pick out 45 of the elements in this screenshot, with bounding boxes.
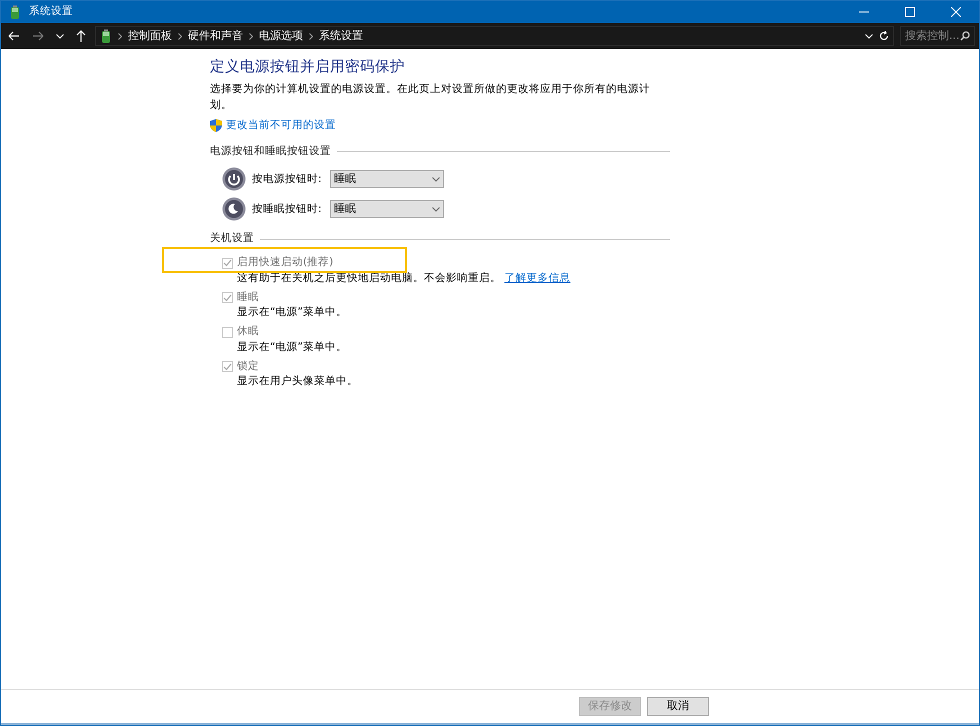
checkbox-label: 休眠 (237, 324, 259, 340)
footer-button[interactable]: 取消 (647, 697, 709, 716)
chevron-down-icon[interactable] (56, 34, 64, 38)
shield-icon (210, 119, 222, 132)
dropdown[interactable]: 睡眠 (330, 200, 444, 218)
window-title: 系统设置 (29, 4, 74, 20)
chevron-right-icon (178, 32, 182, 40)
chevron-right-icon (249, 32, 253, 40)
refresh-icon[interactable] (879, 31, 889, 41)
power-icon (222, 167, 246, 192)
caret-icon (432, 176, 440, 182)
checkbox-label: 睡眠 (237, 290, 259, 305)
setting-label: 按电源按钮时: (252, 172, 323, 187)
section-heading: 关机设置 (210, 231, 254, 246)
chevron-right-icon (118, 32, 122, 40)
search-icon[interactable] (960, 31, 970, 41)
forward-arrow-icon[interactable] (32, 31, 44, 41)
search-field[interactable]: 搜索控制... (900, 26, 975, 46)
page-description: 选择要为你的计算机设置的电源设置。在此页上对设置所做的更改将应用于你所有的电源计划。 (210, 82, 651, 114)
close-icon[interactable] (951, 7, 961, 17)
breadcrumb-link[interactable]: 控制面板 (128, 28, 172, 44)
breadcrumb-link[interactable]: 系统设置 (319, 28, 363, 44)
breadcrumb-link[interactable]: 电源选项 (259, 28, 303, 44)
dropdown[interactable]: 睡眠 (330, 170, 444, 188)
maximize-icon[interactable] (905, 7, 915, 17)
chevron-down-icon[interactable] (865, 34, 873, 38)
checkbox-label: 启用快速启动(推荐) (237, 255, 334, 270)
settings-link[interactable]: 更改当前不可用的设置 (226, 118, 336, 134)
option-description: 这有助于在关机之后更快地启动电脑。不会影响重启。 (237, 272, 501, 284)
section-heading: 电源按钮和睡眠按钮设置 (210, 144, 331, 159)
back-arrow-icon[interactable] (8, 31, 20, 41)
breadcrumb-link[interactable]: 硬件和声音 (188, 28, 243, 44)
option-description: 显示在用户头像菜单中。 (237, 375, 358, 388)
page-title: 定义电源按钮并启用密码保护 (210, 59, 406, 76)
option-description: 显示在“电源”菜单中。 (237, 340, 347, 353)
chevron-right-icon (309, 32, 313, 40)
checkbox-label: 锁定 (237, 358, 259, 374)
option-description: 显示在“电源”菜单中。 (237, 306, 347, 318)
caret-icon (432, 206, 440, 212)
up-arrow-icon[interactable] (76, 30, 86, 42)
setting-label: 按睡眠按钮时: (252, 202, 323, 217)
sleep-icon (222, 197, 246, 222)
battery-icon (9, 4, 21, 20)
battery-icon (100, 28, 112, 44)
minimize-icon[interactable] (859, 11, 869, 13)
